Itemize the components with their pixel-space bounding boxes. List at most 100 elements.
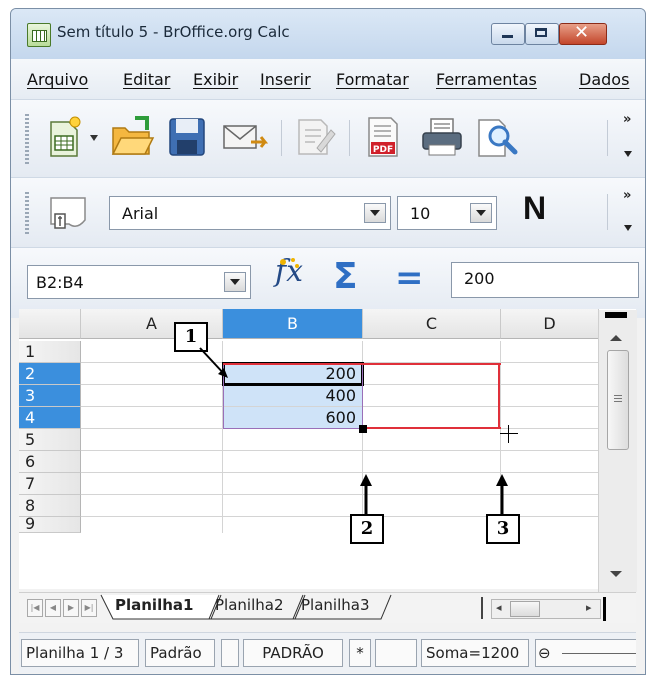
zoom-out-icon[interactable]: ⊖ — [538, 644, 551, 662]
email-icon[interactable] — [221, 120, 269, 156]
row-header-6[interactable]: 6 — [19, 451, 81, 473]
menu-formatar[interactable]: Formatar — [336, 70, 409, 89]
row-header-5[interactable]: 5 — [19, 429, 81, 451]
row-header-3[interactable]: 3 — [19, 385, 81, 407]
toolbar-options-arrow-icon[interactable] — [623, 150, 633, 158]
new-document-icon[interactable] — [45, 114, 85, 160]
menu-inserir[interactable]: Inserir — [260, 70, 311, 89]
maximize-button[interactable] — [525, 23, 559, 45]
scroll-left-icon[interactable]: ◂ — [496, 601, 502, 614]
column-header-b[interactable]: B — [223, 309, 363, 339]
sparkle-icon — [280, 258, 299, 268]
callout-1-arrow-icon — [199, 347, 228, 378]
vertical-scrollbar[interactable] — [598, 310, 637, 592]
edit-file-icon[interactable] — [293, 116, 337, 158]
title-bar[interactable]: Sem título 5 - BrOffice.org Calc ✕ — [11, 9, 645, 59]
font-size-value: 10 — [410, 204, 431, 223]
name-box[interactable]: B2:B4 — [27, 265, 251, 299]
menu-arquivo[interactable]: Arquivo — [27, 70, 88, 89]
chevron-down-icon[interactable] — [364, 203, 386, 223]
toolbar-overflow-chevron-icon[interactable]: » — [623, 188, 631, 203]
toolbar-grip[interactable] — [25, 114, 29, 164]
scroll-up-icon[interactable] — [609, 334, 623, 342]
toolbar-grip[interactable] — [25, 192, 29, 236]
prev-sheet-icon[interactable]: ◀ — [45, 599, 61, 617]
last-sheet-icon[interactable]: ▶| — [81, 599, 97, 617]
toolbar-separator — [607, 194, 608, 230]
calc-app-icon — [27, 23, 51, 47]
menu-ferramentas[interactable]: Ferramentas — [436, 70, 537, 89]
split-handle[interactable] — [605, 312, 627, 318]
export-pdf-icon[interactable]: PDF — [363, 114, 403, 160]
sheet-tab-planilha1[interactable]: Planilha1 — [115, 593, 193, 619]
status-sum[interactable]: Soma=1200 — [421, 639, 529, 667]
svg-text:PDF: PDF — [373, 145, 393, 155]
font-size-combobox[interactable]: 10 — [397, 196, 497, 230]
menu-dados[interactable]: Dados — [579, 70, 629, 89]
spreadsheet-grid[interactable]: A B C D 1 2 3 4 5 6 7 8 9 200 400 600 — [19, 309, 636, 589]
print-icon[interactable] — [419, 116, 465, 158]
fill-target-outline-top — [223, 363, 501, 365]
column-header-c[interactable]: C — [363, 309, 501, 339]
zoom-track[interactable] — [562, 653, 636, 654]
toolbar-separator — [349, 120, 350, 156]
next-sheet-icon[interactable]: ▶ — [63, 599, 79, 617]
toolbar-separator — [607, 120, 608, 156]
formula-input[interactable]: 200 — [451, 262, 639, 298]
save-icon[interactable] — [167, 116, 207, 158]
row-header-9[interactable]: 9 — [19, 517, 81, 533]
zoom-slider[interactable]: ⊖ — [535, 639, 636, 667]
status-insert-mode[interactable]: PADRÃO — [243, 639, 343, 667]
chevron-down-icon[interactable] — [224, 272, 246, 292]
status-sheet-position: Planilha 1 / 3 — [21, 639, 139, 667]
toolbar-separator — [281, 120, 282, 156]
row-header-8[interactable]: 8 — [19, 495, 81, 517]
name-box-value: B2:B4 — [36, 273, 84, 292]
menu-editar[interactable]: Editar — [123, 70, 170, 89]
scroll-right-icon[interactable]: ▸ — [586, 601, 592, 614]
font-name-combobox[interactable]: Arial — [109, 196, 391, 230]
menu-exibir[interactable]: Exibir — [193, 70, 238, 89]
status-blank-field — [221, 639, 239, 667]
status-digital-signature[interactable] — [375, 639, 417, 667]
status-page-style[interactable]: Padrão — [145, 639, 215, 667]
row-header-7[interactable]: 7 — [19, 473, 81, 495]
minimize-button[interactable] — [491, 23, 525, 45]
open-folder-icon[interactable] — [109, 114, 155, 160]
toolbar-overflow-chevron-icon[interactable]: » — [623, 112, 631, 127]
horizontal-scroll-thumb[interactable] — [510, 601, 540, 617]
callout-3-arrow-icon — [496, 474, 508, 516]
row-header-4[interactable]: 4 — [19, 407, 81, 429]
tab-splitter[interactable] — [481, 597, 483, 619]
styles-formatting-icon[interactable] — [47, 194, 89, 234]
page-preview-icon[interactable] — [473, 114, 519, 160]
chevron-down-icon[interactable] — [470, 203, 492, 223]
new-dropdown-arrow-icon[interactable] — [89, 134, 99, 142]
callout-3: 3 — [486, 514, 520, 544]
callout-2-arrow-icon — [360, 474, 372, 516]
row-header-1[interactable]: 1 — [19, 341, 81, 363]
toolbar-options-arrow-icon[interactable] — [623, 224, 633, 232]
minimize-icon — [502, 35, 513, 38]
function-button[interactable]: = — [395, 258, 424, 298]
scroll-thumb[interactable] — [607, 350, 629, 450]
formula-input-value: 200 — [464, 269, 495, 288]
row-header-2[interactable]: 2 — [19, 363, 81, 385]
first-sheet-icon[interactable]: |◀ — [27, 599, 43, 617]
sheet-tab-planilha3[interactable]: Planilha3 — [301, 593, 370, 619]
scroll-down-icon[interactable] — [609, 570, 623, 578]
standard-toolbar: PDF » — [11, 99, 645, 178]
fill-target-outline-bottom — [362, 427, 501, 429]
fill-handle[interactable] — [359, 425, 367, 433]
close-icon: ✕ — [574, 22, 590, 43]
select-all-corner[interactable] — [19, 309, 81, 339]
sheet-tab-bar: |◀ ◀ ▶ ▶| Planilha1 Planilha2 Planilha3 … — [19, 592, 636, 623]
status-bar: Planilha 1 / 3 Padrão PADRÃO * Soma=1200… — [19, 632, 636, 673]
sum-button[interactable]: Σ — [333, 256, 358, 297]
horizontal-scrollbar[interactable]: ◂ ▸ — [491, 599, 601, 619]
close-button[interactable]: ✕ — [559, 22, 607, 45]
split-handle[interactable] — [603, 597, 606, 621]
sheet-tab-planilha2[interactable]: Planilha2 — [215, 593, 284, 619]
column-header-d[interactable]: D — [501, 309, 599, 339]
bold-button[interactable]: N — [523, 190, 546, 227]
